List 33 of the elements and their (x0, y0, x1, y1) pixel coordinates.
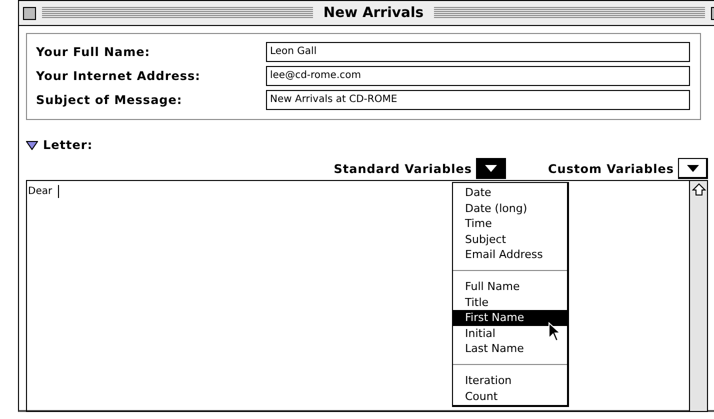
menu-item[interactable]: Full Name (453, 278, 567, 295)
menu-item[interactable]: Iteration (453, 372, 567, 389)
window-title: New Arrivals (322, 5, 425, 21)
menu-item[interactable]: Last Name (453, 341, 567, 357)
scroll-bar[interactable] (689, 181, 707, 411)
close-box[interactable] (23, 6, 36, 20)
section-label: Letter: (43, 138, 93, 152)
field-label: Your Internet Address: (36, 69, 202, 83)
menu-item[interactable]: Date (453, 185, 567, 201)
popup-label: Standard Variables (334, 162, 472, 176)
mouse-pointer-icon (548, 322, 562, 342)
input-field[interactable]: lee@cd-rome.com (266, 66, 690, 86)
menu-item[interactable]: Subject (453, 232, 567, 248)
popup-label: Custom Variables (548, 162, 674, 176)
menu-item[interactable]: Date (long) (453, 200, 567, 216)
up-arrow-icon[interactable] (692, 183, 706, 197)
field-label: Your Full Name: (36, 45, 152, 59)
field-label: Subject of Message: (36, 93, 184, 107)
text-cursor (58, 185, 60, 198)
popup-button[interactable] (476, 158, 506, 179)
menu-item[interactable]: Initial (453, 326, 567, 342)
disclosure-triangle-icon[interactable] (26, 140, 38, 150)
input-field[interactable]: New Arrivals at CD-ROME (266, 90, 690, 110)
menu-item[interactable]: First Name (453, 310, 567, 326)
menu-item[interactable]: Title (453, 294, 567, 310)
menu-item[interactable]: Email Address (453, 247, 567, 263)
down-triangle-icon (484, 164, 496, 172)
menu-item[interactable]: Count (453, 388, 567, 404)
menu-item[interactable]: Time (453, 216, 567, 232)
letter-text: Dear (28, 186, 52, 198)
input-field[interactable]: Leon Gall (266, 42, 690, 62)
down-triangle-icon (686, 164, 698, 172)
popup-button[interactable] (678, 158, 708, 179)
